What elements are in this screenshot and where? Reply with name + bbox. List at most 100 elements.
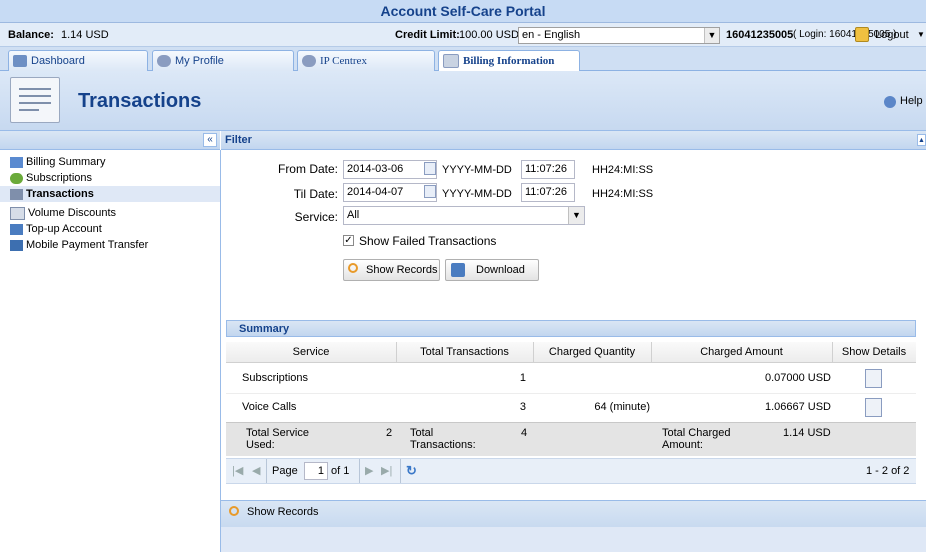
bottom-panel [221, 527, 926, 552]
filter-panel-header: Filter ▲ [221, 131, 926, 150]
chart-icon [10, 156, 23, 168]
balance-value: 1.14 USD [61, 29, 109, 41]
calendar-icon[interactable] [424, 185, 436, 198]
from-date-label: From Date: [277, 162, 338, 176]
total-service-used-value: 2 [386, 427, 393, 439]
first-page-icon[interactable]: |◀ [232, 464, 243, 477]
download-icon [451, 263, 465, 277]
tab-ip-centrex-label: IP Centrex [320, 55, 367, 67]
cell-charged-quantity: 64 (minute) [594, 401, 650, 413]
page-title: Transactions [78, 90, 202, 112]
sidebar-item-volume-discounts[interactable]: Volume Discounts [10, 205, 116, 221]
account-info-bar: Balance: 1.14 USD Credit Limit: 100.00 U… [0, 23, 926, 47]
document-icon [443, 54, 459, 69]
tab-my-profile[interactable]: My Profile [152, 50, 294, 72]
column-charged-amount[interactable]: Charged Amount [651, 342, 833, 363]
list-icon [10, 188, 23, 200]
next-page-icon[interactable]: ▶ [365, 464, 373, 477]
sidebar-item-label: Volume Discounts [28, 207, 117, 219]
search-icon [229, 506, 239, 516]
collapse-sidebar-icon[interactable]: « [203, 133, 217, 147]
show-failed-checkbox[interactable]: ✓ [343, 235, 354, 246]
language-select[interactable]: en - English ▼ [518, 27, 720, 44]
sidebar-item-transactions[interactable]: Transactions [0, 186, 220, 202]
total-charged-value: 1.14 USD [783, 427, 831, 439]
summary-title: Summary [239, 323, 290, 335]
details-icon[interactable] [865, 369, 882, 388]
sidebar-item-top-up-account[interactable]: Top-up Account [10, 221, 102, 237]
logout-link[interactable]: Logout [875, 23, 909, 47]
refresh-icon[interactable]: ↻ [406, 463, 417, 479]
sidebar-item-label: Subscriptions [26, 172, 93, 184]
tab-dashboard[interactable]: Dashboard [8, 50, 148, 72]
till-date-format: YYYY-MM-DD [442, 188, 512, 200]
sidebar-item-subscriptions[interactable]: Subscriptions [10, 170, 92, 186]
cell-charged-amount: 1.06667 USD [764, 401, 831, 413]
tab-my-profile-label: My Profile [175, 55, 224, 67]
tab-bar: Dashboard My Profile IP Centrex Billing … [0, 47, 926, 73]
cell-total-transactions: 3 [519, 401, 526, 413]
filter-title: Filter [225, 134, 252, 146]
page-label: Page [272, 465, 298, 477]
page-input[interactable]: 1 [304, 462, 328, 480]
cell-charged-amount: 0.07000 USD [764, 372, 831, 384]
service-label: Service: [294, 210, 338, 224]
mobile-payment-icon [10, 239, 23, 251]
sidebar-item-label: Billing Summary [26, 156, 106, 168]
from-time-input[interactable]: 11:07:26 [521, 160, 575, 179]
cell-service: Subscriptions [242, 372, 309, 384]
bottom-show-records-button[interactable]: Show Records [227, 504, 327, 524]
pagination-toolbar: |◀ ◀ Page 1 of 1 ▶ ▶| ↻ 1 - 2 of 2 [226, 458, 916, 484]
column-total-transactions[interactable]: Total Transactions [396, 342, 534, 363]
table-row[interactable]: Voice Calls 3 64 (minute) 1.06667 USD [226, 393, 916, 423]
search-icon [348, 263, 358, 273]
logout-arrow-icon[interactable]: ▼ [917, 23, 925, 47]
account-id: 16041235005 [726, 29, 794, 41]
calculator-icon [10, 223, 23, 235]
sidebar-item-label: Mobile Payment Transfer [26, 239, 149, 251]
page-header: Transactions Help [0, 71, 926, 131]
tab-ip-centrex[interactable]: IP Centrex [297, 50, 435, 72]
last-page-icon[interactable]: ▶| [381, 464, 392, 477]
till-date-input[interactable]: 2014-04-07 [343, 183, 437, 202]
help-icon[interactable] [884, 96, 896, 108]
collapse-filter-icon[interactable]: ▲ [917, 134, 926, 146]
help-link[interactable]: Help [900, 95, 923, 107]
total-transactions-label: Total Transactions: [410, 427, 476, 451]
tab-billing-information[interactable]: Billing Information [438, 50, 580, 73]
sidebar-item-label: Transactions [26, 188, 94, 200]
sidebar-item-billing-summary[interactable]: Billing Summary [10, 154, 105, 170]
from-date-input[interactable]: 2014-03-06 [343, 160, 437, 179]
prev-page-icon[interactable]: ◀ [252, 464, 260, 477]
summary-totals-row: Total Service Used: 2 Total Transactions… [226, 422, 916, 456]
page-of-label: of 1 [331, 465, 350, 477]
credit-limit-value: 100.00 USD [459, 29, 519, 41]
till-time-format: HH24:MI:SS [592, 188, 654, 200]
column-service[interactable]: Service [226, 342, 397, 363]
from-time-format: HH24:MI:SS [592, 164, 654, 176]
sidebar-item-label: Top-up Account [26, 223, 102, 235]
column-show-details[interactable]: Show Details [832, 342, 916, 363]
till-time-input[interactable]: 11:07:26 [521, 183, 575, 202]
show-records-button[interactable]: Show Records [343, 259, 440, 281]
sidebar-item-mobile-payment-transfer[interactable]: Mobile Payment Transfer [10, 237, 148, 253]
cell-charged-quantity [533, 364, 650, 393]
table-row[interactable]: Subscriptions 1 0.07000 USD [226, 364, 916, 394]
page-range-text: 1 - 2 of 2 [866, 465, 910, 477]
chevron-down-icon[interactable]: ▼ [568, 207, 584, 224]
details-icon[interactable] [865, 398, 882, 417]
tab-billing-information-label: Billing Information [463, 55, 555, 67]
calendar-icon[interactable] [424, 162, 436, 175]
refresh-icon [10, 172, 23, 184]
service-select[interactable]: All ▼ [343, 206, 585, 225]
download-label: Download [476, 264, 525, 276]
transactions-icon [10, 77, 60, 123]
total-charged-label: Total Charged Amount: [662, 427, 731, 451]
cell-service: Voice Calls [242, 401, 297, 413]
download-button[interactable]: Download [445, 259, 539, 281]
column-charged-quantity[interactable]: Charged Quantity [533, 342, 652, 363]
show-failed-label: Show Failed Transactions [359, 234, 497, 248]
balance-label: Balance: [8, 29, 54, 41]
user-icon [157, 55, 171, 68]
chevron-down-icon[interactable]: ▼ [704, 28, 719, 43]
